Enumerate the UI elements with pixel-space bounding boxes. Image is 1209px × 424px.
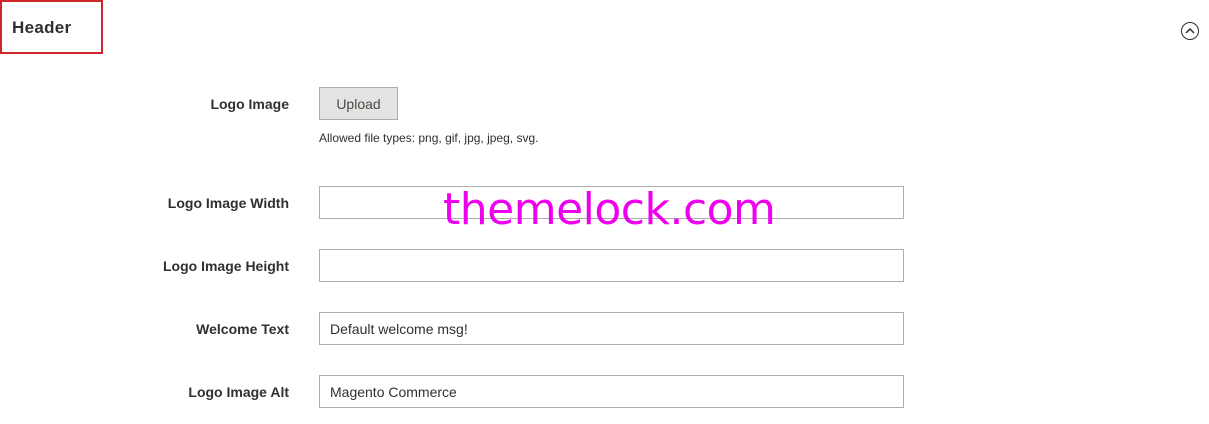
logo-image-width-label: Logo Image Width [167,195,289,211]
section-title[interactable]: Header [0,0,103,54]
allowed-file-types-hint: Allowed file types: png, gif, jpg, jpeg,… [319,131,539,145]
welcome-text-label: Welcome Text [196,321,289,337]
logo-image-height-input[interactable] [319,249,904,282]
collapse-toggle-button[interactable] [1181,22,1199,40]
welcome-text-input[interactable] [319,312,904,345]
logo-image-width-input[interactable] [319,186,904,219]
logo-image-label: Logo Image [210,96,289,112]
config-page: Header Logo Image Upload Allowed file ty… [0,0,1209,424]
logo-image-alt-label: Logo Image Alt [188,384,289,400]
chevron-up-icon [1185,28,1195,34]
logo-image-height-label: Logo Image Height [163,258,289,274]
upload-button[interactable]: Upload [319,87,398,120]
logo-image-alt-input[interactable] [319,375,904,408]
